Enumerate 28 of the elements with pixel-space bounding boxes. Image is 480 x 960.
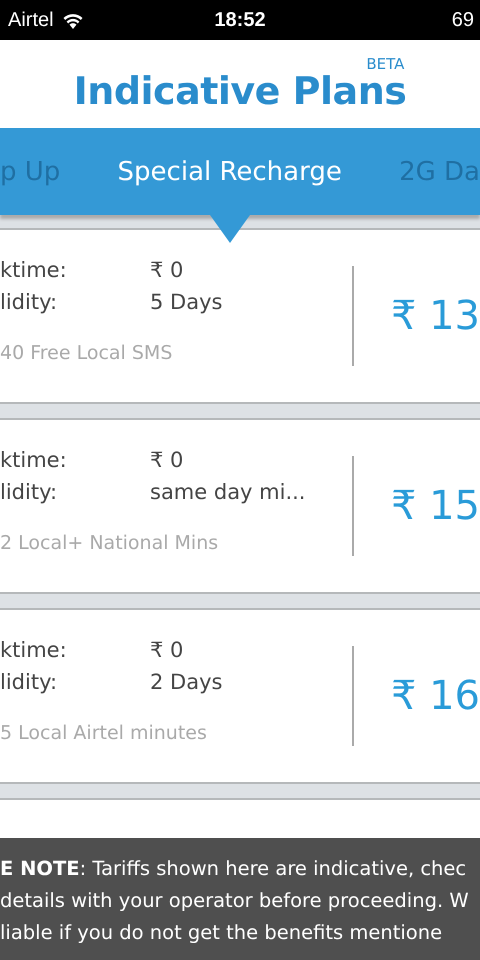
carrier-name: Airtel xyxy=(8,8,54,32)
validity-value: 2 Days xyxy=(150,670,224,694)
talktime-value: ₹ 0 xyxy=(150,258,184,282)
clock-time: 18:52 xyxy=(214,9,266,31)
talktime-value: ₹ 0 xyxy=(150,448,184,472)
plan-card[interactable]: ktime: ₹ 0 lidity: 5 Days 40 Free Local SMS ₹ 13 xyxy=(0,228,480,404)
disclaimer-line: details with your operator before proceeding. W xyxy=(0,888,470,914)
talktime-label: ktime: xyxy=(0,448,68,472)
talktime-label: ktime: xyxy=(0,638,68,662)
talktime-label: ktime: xyxy=(0,258,68,282)
plan-card[interactable]: ktime: ₹ 0 lidity: 2 Days 5 Local Airtel minutes ₹ 16 xyxy=(0,608,480,784)
plan-price: ₹ 15 xyxy=(390,483,480,529)
validity-value: 5 Days xyxy=(150,290,224,314)
plan-price: ₹ 16 xyxy=(390,673,480,719)
plan-price: ₹ 13 xyxy=(390,293,480,339)
benefit-text: 2 Local+ National Mins xyxy=(0,532,220,554)
benefit-text: 40 Free Local SMS xyxy=(0,342,174,364)
disclaimer-line: liable if you do not get the benefits mentione xyxy=(0,920,444,946)
validity-label: lidity: xyxy=(0,670,58,694)
validity-label: lidity: xyxy=(0,290,58,314)
disclaimer-line: E NOTE: Tariffs shown here are indicative, chec xyxy=(0,856,468,882)
benefit-text: 5 Local Airtel minutes xyxy=(0,722,208,744)
validity-label: lidity: xyxy=(0,480,58,504)
plan-card[interactable]: ktime: ₹ 0 lidity: same day mi... 2 Local+ National Mins ₹ 15 xyxy=(0,418,480,594)
validity-value: same day mi... xyxy=(150,480,306,504)
talktime-value: ₹ 0 xyxy=(150,638,184,662)
wifi-icon xyxy=(62,12,84,28)
battery-percentage: 69 xyxy=(452,9,474,32)
